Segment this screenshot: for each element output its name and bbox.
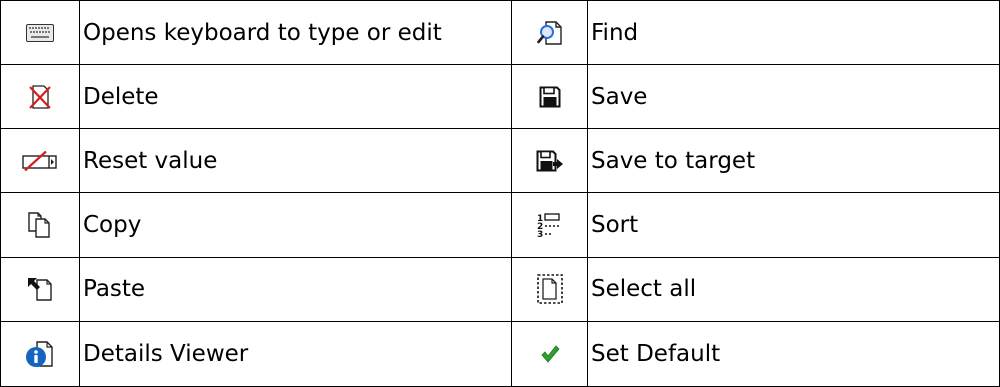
legend-icon-cell <box>511 65 587 130</box>
legend-icon-cell <box>1 129 79 194</box>
find-icon <box>536 19 564 47</box>
save-to-target-icon <box>536 150 564 172</box>
legend-label: Select all <box>587 257 1000 322</box>
set-default-icon <box>540 344 560 364</box>
keyboard-icon <box>26 23 54 42</box>
legend-label: Opens keyboard to type or edit <box>79 1 511 66</box>
sort-icon: 1 2 3 <box>537 212 563 238</box>
select-all-icon <box>536 274 563 305</box>
legend-icon-cell <box>1 1 79 66</box>
legend-label: Save to target <box>587 129 1000 194</box>
delete-icon <box>28 84 52 110</box>
legend-label: Details Viewer <box>79 321 511 386</box>
legend-icon-cell <box>511 257 587 322</box>
legend-icon-cell <box>511 129 587 194</box>
paste-icon <box>26 275 54 303</box>
legend-icon-cell <box>1 193 79 258</box>
reset-value-icon <box>21 150 59 172</box>
legend-label: Find <box>587 1 1000 66</box>
legend-icon-cell <box>511 1 587 66</box>
legend-label: Copy <box>79 193 511 258</box>
icon-legend-table: Opens keyboard to type or edit Find Dele… <box>0 0 1000 387</box>
legend-icon-cell <box>1 65 79 130</box>
legend-label: Set Default <box>587 321 1000 386</box>
details-viewer-icon <box>25 339 55 369</box>
legend-icon-cell <box>1 322 79 386</box>
legend-label: Sort <box>587 193 1000 258</box>
legend-icon-cell: 1 2 3 <box>511 193 587 258</box>
legend-label: Reset value <box>79 129 511 194</box>
save-icon <box>539 86 561 108</box>
legend-label: Save <box>587 65 1000 130</box>
legend-label: Paste <box>79 257 511 322</box>
legend-icon-cell <box>511 321 587 386</box>
legend-label: Delete <box>79 65 511 130</box>
copy-icon <box>27 211 53 239</box>
svg-text:3: 3 <box>537 230 543 238</box>
legend-icon-cell <box>1 258 79 322</box>
